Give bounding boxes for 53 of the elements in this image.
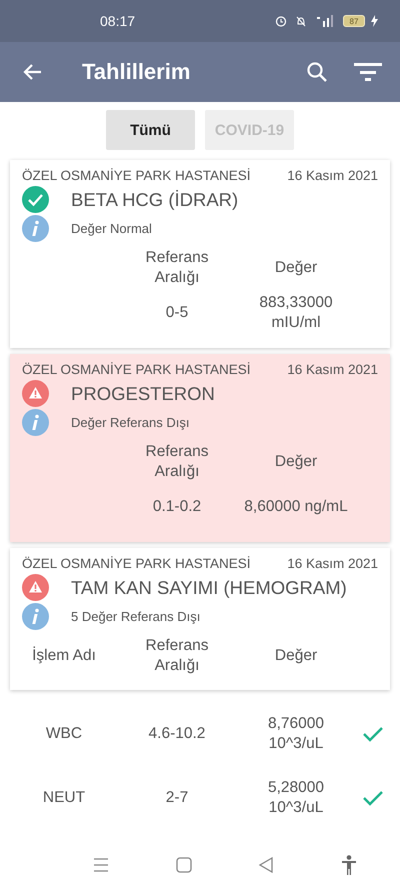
- info-icon: [22, 215, 49, 242]
- result-card[interactable]: ÖZEL OSMANİYE PARK HASTANESİ 16 Kasım 2021 TAM KAN SAYIMI (HEMOGRAM) 5 Değer Referans Dışı İşlem Adı Referans Aralığı Değer: [10, 548, 390, 690]
- menu-button[interactable]: [93, 858, 110, 872]
- back-button[interactable]: [22, 63, 42, 81]
- search-button[interactable]: [306, 61, 328, 83]
- reference-range: 4.6-10.2: [148, 724, 206, 744]
- back-nav-button[interactable]: [258, 857, 274, 873]
- result-value: 5,28000 10^3/uL: [266, 778, 326, 818]
- charging-icon: [371, 15, 378, 27]
- result-date: 16 Kasım 2021: [287, 362, 378, 377]
- accessibility-button[interactable]: [340, 855, 357, 875]
- result-note: 5 Değer Referans Dışı: [71, 609, 200, 624]
- status-time: 08:17: [100, 13, 136, 29]
- column-header: Referans Aralığı: [144, 248, 210, 288]
- result-value: 8,76000 10^3/uL: [266, 714, 326, 754]
- result-note: Değer Normal: [71, 221, 152, 236]
- warning-circle-icon: [22, 380, 49, 407]
- column-header: Referans Aralığı: [144, 442, 210, 482]
- column-header: Referans Aralığı: [144, 636, 210, 676]
- filter-button[interactable]: [354, 62, 382, 82]
- check-circle-icon: [22, 186, 49, 213]
- column-header: Değer: [274, 646, 318, 666]
- result-note: Değer Referans Dışı: [71, 415, 190, 430]
- column-header: İşlem Adı: [31, 646, 97, 666]
- check-icon: [362, 789, 384, 807]
- result-date: 16 Kasım 2021: [287, 168, 378, 183]
- test-item-name: WBC: [44, 724, 84, 744]
- reference-range: 0.1-0.2: [152, 496, 202, 517]
- column-header: Değer: [274, 258, 318, 278]
- filter-tab[interactable]: Tümü: [106, 110, 195, 150]
- test-name: PROGESTERON: [71, 382, 215, 404]
- alarm-icon: [275, 15, 287, 27]
- hospital-name: ÖZEL OSMANİYE PARK HASTANESİ: [22, 362, 251, 377]
- test-name: TAM KAN SAYIMI (HEMOGRAM): [71, 576, 347, 598]
- result-card[interactable]: ÖZEL OSMANİYE PARK HASTANESİ 16 Kasım 2021 BETA HCG (İDRAR) Değer Normal Referans Aralığı Değer 0-5 883,33000 mIU/ml: [10, 160, 390, 348]
- reference-range: 0-5: [164, 302, 190, 323]
- hospital-name: ÖZEL OSMANİYE PARK HASTANESİ: [22, 168, 251, 183]
- result-date: 16 Kasım 2021: [287, 556, 378, 571]
- test-name: BETA HCG (İDRAR): [71, 188, 238, 210]
- info-icon: [22, 409, 49, 436]
- result-card[interactable]: ÖZEL OSMANİYE PARK HASTANESİ 16 Kasım 2021 PROGESTERON Değer Referans Dışı Referans Aralığı Değer 0.1-0.2 8,60000 ng/mL: [10, 354, 390, 542]
- test-item-name: NEUT: [42, 788, 86, 808]
- info-icon: [22, 603, 49, 630]
- battery-level: 87: [343, 15, 365, 27]
- result-value: 8,60000 ng/mL: [243, 496, 349, 517]
- check-icon: [362, 725, 384, 743]
- page-title: Tahlillerim: [82, 59, 192, 85]
- hospital-name: ÖZEL OSMANİYE PARK HASTANESİ: [22, 556, 251, 571]
- result-value: 883,33000 mIU/ml: [258, 292, 334, 333]
- home-button[interactable]: [176, 857, 192, 873]
- warning-circle-icon: [22, 574, 49, 601]
- reference-range: 2-7: [164, 788, 190, 808]
- column-header: Değer: [274, 452, 318, 472]
